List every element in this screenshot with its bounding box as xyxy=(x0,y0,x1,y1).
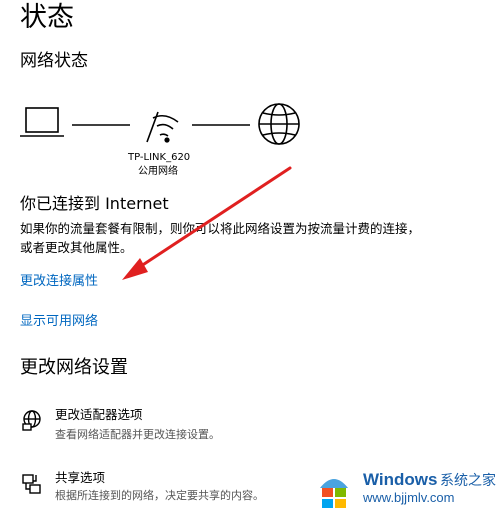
adapter-icon xyxy=(22,410,41,431)
globe-icon xyxy=(258,103,300,145)
sharing-options-desc: 根据所连接到的网络，决定要共享的内容。 xyxy=(55,489,264,502)
adapter-options-title: 更改适配器选项 xyxy=(55,407,143,422)
watermark-brand: Windows xyxy=(363,470,438,489)
change-connection-properties-link[interactable]: 更改连接属性 xyxy=(20,273,98,291)
watermark-url: www.bjjmlv.com xyxy=(363,490,455,505)
laptop-icon xyxy=(20,107,64,137)
adapter-options-desc: 查看网络适配器并更改连接设置。 xyxy=(55,428,220,441)
wifi-icon xyxy=(146,111,179,143)
change-network-settings-heading: 更改网络设置 xyxy=(20,357,128,378)
show-available-networks-link[interactable]: 显示可用网络 xyxy=(20,313,98,331)
connection-description: 如果你的流量套餐有限制，则你可以将此网络设置为按流量计费的连接，或者更改其他属性… xyxy=(20,221,421,255)
sharing-icon xyxy=(22,474,41,494)
network-status-heading: 网络状态 xyxy=(20,51,88,71)
page-title: 状态 xyxy=(20,2,74,33)
network-type: 公用网络 xyxy=(138,166,178,177)
sharing-options-title: 共享选项 xyxy=(55,470,106,485)
connection-status-heading: 你已连接到 Internet xyxy=(20,194,169,213)
watermark-brand-cn: 系统之家 xyxy=(440,473,496,489)
network-name: TP-LINK_620 xyxy=(128,152,191,163)
adapter-options-item[interactable]: 更改适配器选项 查看网络适配器并更改连接设置。 xyxy=(20,405,360,445)
sharing-options-item[interactable]: 共享选项 根据所连接到的网络，决定要共享的内容。 xyxy=(20,468,360,508)
windows-logo-watermark xyxy=(320,479,348,508)
